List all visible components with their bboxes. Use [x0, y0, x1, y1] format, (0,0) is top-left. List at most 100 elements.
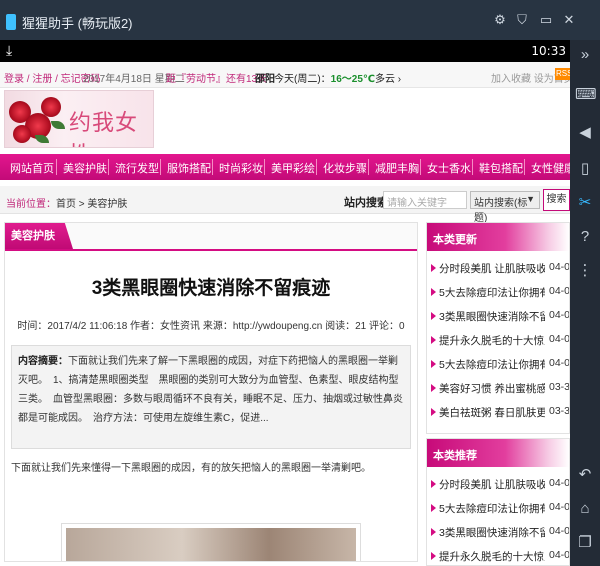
- nav-item[interactable]: 减肥丰胸: [375, 160, 419, 176]
- home-icon[interactable]: ⌂: [575, 498, 595, 520]
- chevron-down-icon: ▼: [526, 194, 535, 204]
- nav-divider: [368, 159, 369, 175]
- nav-item[interactable]: 化妆步骤: [323, 160, 367, 176]
- nav-item[interactable]: 美甲彩绘: [271, 160, 315, 176]
- collapse-icon[interactable]: »: [575, 44, 595, 66]
- sidebar-recommend: 本类推荐 分时段美肌 让肌肤吸收更多 04-03 5大去除痘印法让你拥有白嫩 04-…: [426, 438, 570, 566]
- bullet-arrow-icon: [431, 384, 436, 392]
- list-item-title[interactable]: 5大去除痘印法让你拥有白嫩: [439, 501, 545, 516]
- download-icon: ⤓: [6, 42, 13, 58]
- list-item[interactable]: 提升永久脱毛的十大惊人内幕 04-01: [427, 329, 570, 351]
- breadcrumb-path[interactable]: 首页 > 美容护肤: [56, 199, 127, 210]
- list-item-title[interactable]: 美白祛斑粥 春日肌肤更完美: [439, 405, 545, 420]
- bullet-arrow-icon: [431, 408, 436, 416]
- list-item-title[interactable]: 3类黑眼圈快速消除不留痕迹: [439, 525, 545, 540]
- minimize-icon[interactable]: ▭: [538, 12, 554, 28]
- nav-item[interactable]: 网站首页: [10, 160, 54, 176]
- help-icon[interactable]: ?: [575, 226, 595, 248]
- recents-icon[interactable]: ❐: [575, 532, 595, 554]
- search-input[interactable]: 请输入关键字: [383, 191, 467, 209]
- window-title: 猩猩助手 (畅玩版2): [22, 16, 133, 31]
- screenshot-icon[interactable]: ✂: [575, 192, 595, 214]
- bullet-arrow-icon: [431, 312, 436, 320]
- search-button[interactable]: 搜索: [543, 189, 570, 211]
- nav-item[interactable]: 时尚彩妆: [219, 160, 263, 176]
- site-top-bar: 登录 / 注册 / 忘记密码 2017年4月18日 星期二 距『劳动节』还有13…: [0, 62, 570, 88]
- nav-divider: [264, 159, 265, 175]
- leaf-graphic: [35, 135, 49, 143]
- settings-icon[interactable]: ⚙: [492, 12, 508, 28]
- shirt-icon[interactable]: ⛉: [514, 12, 530, 28]
- breadcrumb: 当前位置：首页 > 美容护肤: [6, 195, 127, 210]
- list-item-title[interactable]: 提升永久脱毛的十大惊人内幕: [439, 549, 545, 564]
- bullet-arrow-icon: [431, 288, 436, 296]
- search-label: 站内搜索: [344, 197, 388, 209]
- volume-icon[interactable]: ◀: [575, 122, 595, 144]
- site-logo-banner[interactable]: 约我女性: [4, 90, 154, 148]
- close-icon[interactable]: ✕: [561, 12, 577, 28]
- list-item-date: 04-02: [549, 501, 570, 513]
- search-scope-value: 站内搜索(标题): [474, 198, 528, 224]
- article-lead: 下面就让我们先来懂得一下黑眼圈的成因，有的放矢把恼人的黑眼圈一举清剿吧。: [11, 463, 371, 474]
- list-item[interactable]: 美白祛斑粥 春日肌肤更完美 03-31: [427, 401, 570, 423]
- list-item-title[interactable]: 3类黑眼圈快速消除不留痕迹: [439, 309, 545, 324]
- nav-item[interactable]: 女性健康: [531, 160, 570, 176]
- nav-item[interactable]: 流行发型: [115, 160, 159, 176]
- shake-icon[interactable]: ▯: [575, 158, 595, 180]
- list-item-date: 04-02: [549, 309, 570, 321]
- list-item[interactable]: 5大去除痘印法让你拥有白嫩 04-01: [427, 353, 570, 375]
- back-icon[interactable]: ↶: [575, 464, 595, 486]
- nav-item[interactable]: 鞋包搭配: [479, 160, 523, 176]
- list-item-date: 04-01: [549, 357, 570, 369]
- list-item-date: 04-02: [549, 285, 570, 297]
- nav-item[interactable]: 美容护肤: [63, 160, 107, 176]
- app-logo-icon: [6, 14, 16, 30]
- list-item[interactable]: 分时段美肌 让肌肤吸收更多 04-03: [427, 473, 570, 495]
- bullet-arrow-icon: [431, 264, 436, 272]
- list-item-title[interactable]: 美容好习惯 养出蜜桃感水嫩: [439, 381, 545, 396]
- list-item-title[interactable]: 分时段美肌 让肌肤吸收更多: [439, 477, 545, 492]
- summary-text: 下面就让我们先来了解一下黑眼圈的成因，对症下药把恼人的黑眼圈一举剿灭吧。 1、搞…: [18, 356, 403, 424]
- webpage-viewport: 登录 / 注册 / 忘记密码 2017年4月18日 星期二 距『劳动节』还有13…: [0, 62, 570, 566]
- weather-temperature: 16～25℃: [330, 74, 376, 85]
- list-item[interactable]: 分时段美肌 让肌肤吸收更多 04-03: [427, 257, 569, 279]
- list-item[interactable]: 美容好习惯 养出蜜桃感水嫩 03-31: [427, 377, 569, 399]
- list-item[interactable]: 3类黑眼圈快速消除不留痕迹 04-02: [427, 521, 569, 543]
- list-item-title[interactable]: 分时段美肌 让肌肤吸收更多: [439, 261, 545, 276]
- list-item-date: 04-01: [549, 549, 570, 561]
- nav-item[interactable]: 服饰搭配: [167, 160, 211, 176]
- sidebar-updates-header: 本类更新: [427, 223, 569, 251]
- list-item-date: 03-31: [549, 405, 570, 417]
- bullet-arrow-icon: [431, 528, 436, 536]
- list-item-title[interactable]: 5大去除痘印法让你拥有白嫩: [439, 357, 545, 372]
- bullet-arrow-icon: [431, 336, 436, 344]
- list-item-title[interactable]: 提升永久脱毛的十大惊人内幕: [439, 333, 545, 348]
- search-scope-select[interactable]: 站内搜索(标题) ▼: [470, 191, 540, 224]
- rose-graphic: [13, 125, 31, 143]
- article-panel: 美容护肤 3类黑眼圈快速消除不留痕迹 时间：2017/4/2 11:06:18 …: [4, 222, 418, 562]
- sidebar-updates: 本类更新 分时段美肌 让肌肤吸收更多 04-03 5大去除痘印法让你拥有白嫩 04-…: [426, 222, 570, 434]
- keyboard-icon[interactable]: ⌨: [575, 84, 597, 106]
- weather-city: 邵阳: [255, 74, 275, 85]
- article-tab-header: 美容护肤: [5, 223, 417, 251]
- sidebar-updates-title: 本类更新: [433, 234, 477, 246]
- list-item-date: 04-03: [549, 477, 570, 489]
- bullet-arrow-icon: [431, 504, 436, 512]
- emulator-side-rail: » ⌨ ◀ ▯ ✂ ? ⋮ ↶ ⌂ ❐: [570, 40, 600, 566]
- article-summary: 内容摘要：下面就让我们先来了解一下黑眼圈的成因，对症下药把恼人的黑眼圈一举剿灭吧…: [11, 345, 411, 449]
- list-item[interactable]: 5大去除痘印法让你拥有白嫩 04-02: [427, 281, 570, 303]
- list-item-title[interactable]: 5大去除痘印法让你拥有白嫩: [439, 285, 545, 300]
- article-meta: 时间：2017/4/2 11:06:18 作者：女性资讯 来源：http://y…: [17, 321, 405, 332]
- list-item[interactable]: 5大去除痘印法让你拥有白嫩 04-02: [427, 497, 570, 519]
- category-tab[interactable]: 美容护肤: [5, 223, 73, 249]
- more-icon[interactable]: ⋮: [575, 260, 595, 282]
- list-item[interactable]: 提升永久脱毛的十大惊人内幕 04-01: [427, 545, 570, 565]
- breadcrumb-bar: 当前位置：首页 > 美容护肤 站内搜索 请输入关键字 站内搜索(标题) ▼ 搜索: [0, 186, 570, 224]
- rss-icon[interactable]: RSS: [555, 68, 570, 80]
- list-item-date: 04-01: [549, 333, 570, 345]
- leaf-graphic: [51, 121, 65, 129]
- nav-item[interactable]: 女士香水: [427, 160, 471, 176]
- list-item[interactable]: 3类黑眼圈快速消除不留痕迹 04-02: [427, 305, 570, 327]
- summary-label: 内容摘要：: [18, 356, 68, 367]
- site-logo-text: 约我女性: [69, 111, 139, 147]
